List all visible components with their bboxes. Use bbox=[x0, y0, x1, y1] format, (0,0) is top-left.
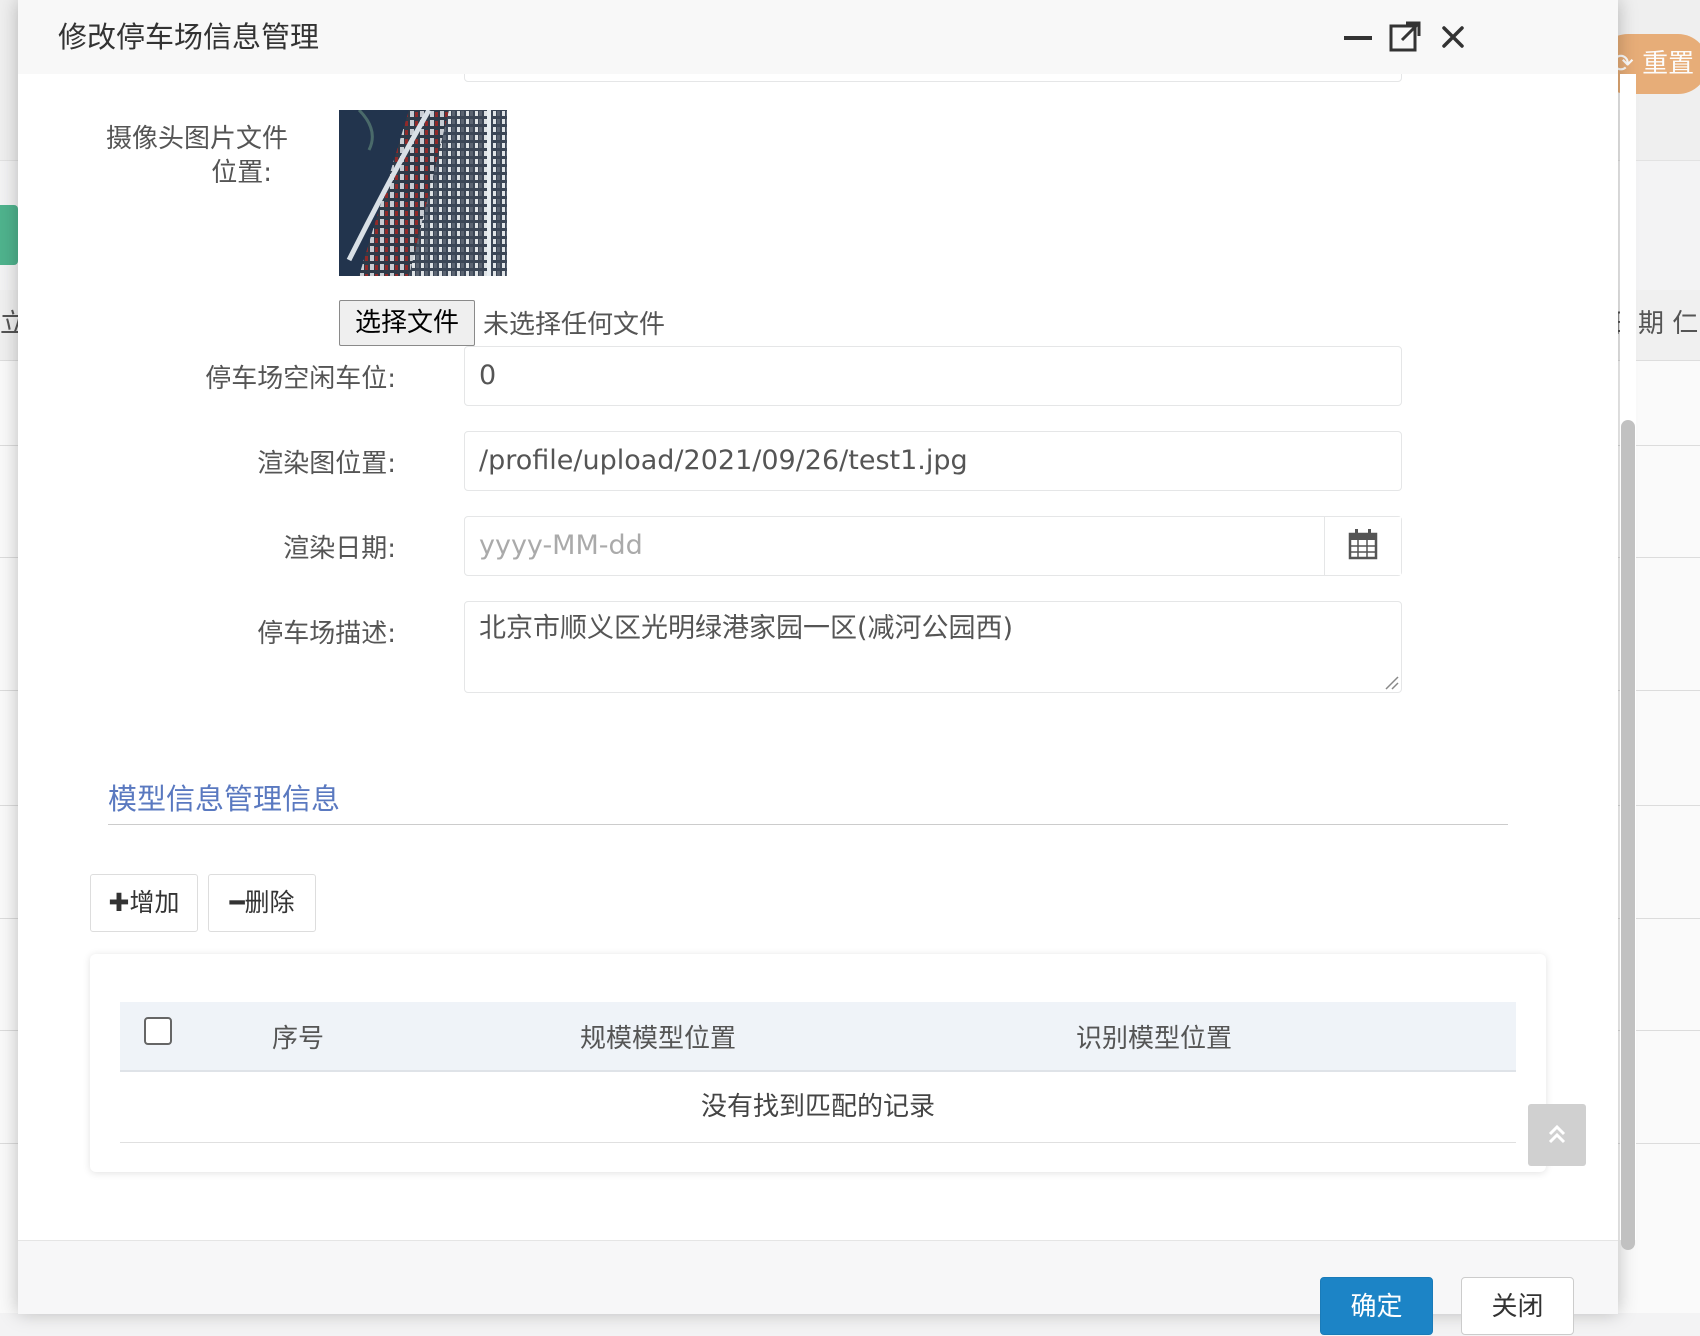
dialog-header: 修改停车场信息管理 bbox=[18, 0, 1618, 74]
close-icon bbox=[1442, 26, 1464, 48]
table-header: 序号 规模模型位置 识别模型位置 bbox=[120, 1002, 1516, 1072]
choose-file-button[interactable]: 选择文件 bbox=[339, 300, 475, 346]
render-image-input[interactable]: /profile/upload/2021/09/26/test1.jpg bbox=[464, 431, 1402, 491]
section-divider bbox=[108, 824, 1508, 825]
description-textarea[interactable]: 北京市顺义区光明绿港家园一区(减河公园西) bbox=[464, 601, 1402, 693]
render-date-label: 渲染日期: bbox=[283, 534, 396, 564]
empty-table-message: 没有找到匹配的记录 bbox=[120, 1072, 1516, 1143]
double-chevron-up-icon bbox=[1548, 1124, 1566, 1144]
render-date-placeholder: yyyy-MM-dd bbox=[479, 530, 643, 561]
column-header-scale-model[interactable]: 规模模型位置 bbox=[580, 1018, 736, 1055]
minus-icon: ━ bbox=[229, 888, 245, 917]
add-row-button[interactable]: ✚增加 bbox=[90, 874, 198, 932]
confirm-button[interactable]: 确定 bbox=[1320, 1277, 1433, 1335]
background-green-button[interactable] bbox=[0, 205, 18, 265]
description-text: 北京市顺义区光明绿港家园一区(减河公园西) bbox=[479, 613, 1014, 644]
plus-icon: ✚ bbox=[108, 888, 130, 917]
render-image-label: 渲染图位置: bbox=[257, 449, 396, 479]
render-date-input[interactable]: yyyy-MM-dd bbox=[464, 516, 1402, 576]
close-dialog-button[interactable] bbox=[1434, 18, 1474, 58]
previous-field-input[interactable] bbox=[464, 74, 1402, 82]
description-label: 停车场描述: bbox=[257, 619, 396, 649]
calendar-icon bbox=[1348, 529, 1378, 560]
file-status-text: 未选择任何文件 bbox=[483, 310, 666, 340]
model-table-card: 序号 规模模型位置 识别模型位置 没有找到匹配的记录 bbox=[90, 954, 1546, 1172]
minimize-icon bbox=[1344, 36, 1372, 40]
dialog-scrollbar-thumb[interactable] bbox=[1621, 420, 1635, 1250]
resize-handle-icon[interactable] bbox=[1383, 674, 1399, 690]
maximize-icon bbox=[1389, 21, 1421, 52]
column-header-index[interactable]: 序号 bbox=[272, 1018, 324, 1055]
column-header-recognition-model[interactable]: 识别模型位置 bbox=[1076, 1018, 1232, 1055]
camera-image-preview bbox=[339, 110, 507, 276]
section-title: 模型信息管理信息 bbox=[108, 782, 341, 816]
back-to-top-button[interactable] bbox=[1528, 1104, 1586, 1166]
delete-row-button[interactable]: ━删除 bbox=[208, 874, 316, 932]
camera-image-label: 摄像头图片文件 位置: bbox=[105, 124, 288, 188]
select-all-checkbox[interactable] bbox=[144, 1017, 172, 1045]
free-spaces-label: 停车场空闲车位: bbox=[205, 364, 396, 394]
maximize-button[interactable] bbox=[1386, 18, 1426, 58]
date-picker-button[interactable] bbox=[1324, 517, 1401, 575]
minimize-button[interactable] bbox=[1338, 18, 1378, 58]
dialog-body[interactable]: 摄像头图片文件 位置: 选择文件 未选择任何文件 停车场空闲车位: 0 渲染图位… bbox=[18, 74, 1618, 1240]
dialog-title: 修改停车场信息管理 bbox=[58, 20, 320, 54]
edit-parking-dialog: 修改停车场信息管理 摄像头图片文件 位置: 选择文件 未选择任何文件 停车场空闲… bbox=[18, 0, 1636, 1314]
free-spaces-input[interactable]: 0 bbox=[464, 346, 1402, 406]
close-button[interactable]: 关闭 bbox=[1461, 1277, 1574, 1335]
